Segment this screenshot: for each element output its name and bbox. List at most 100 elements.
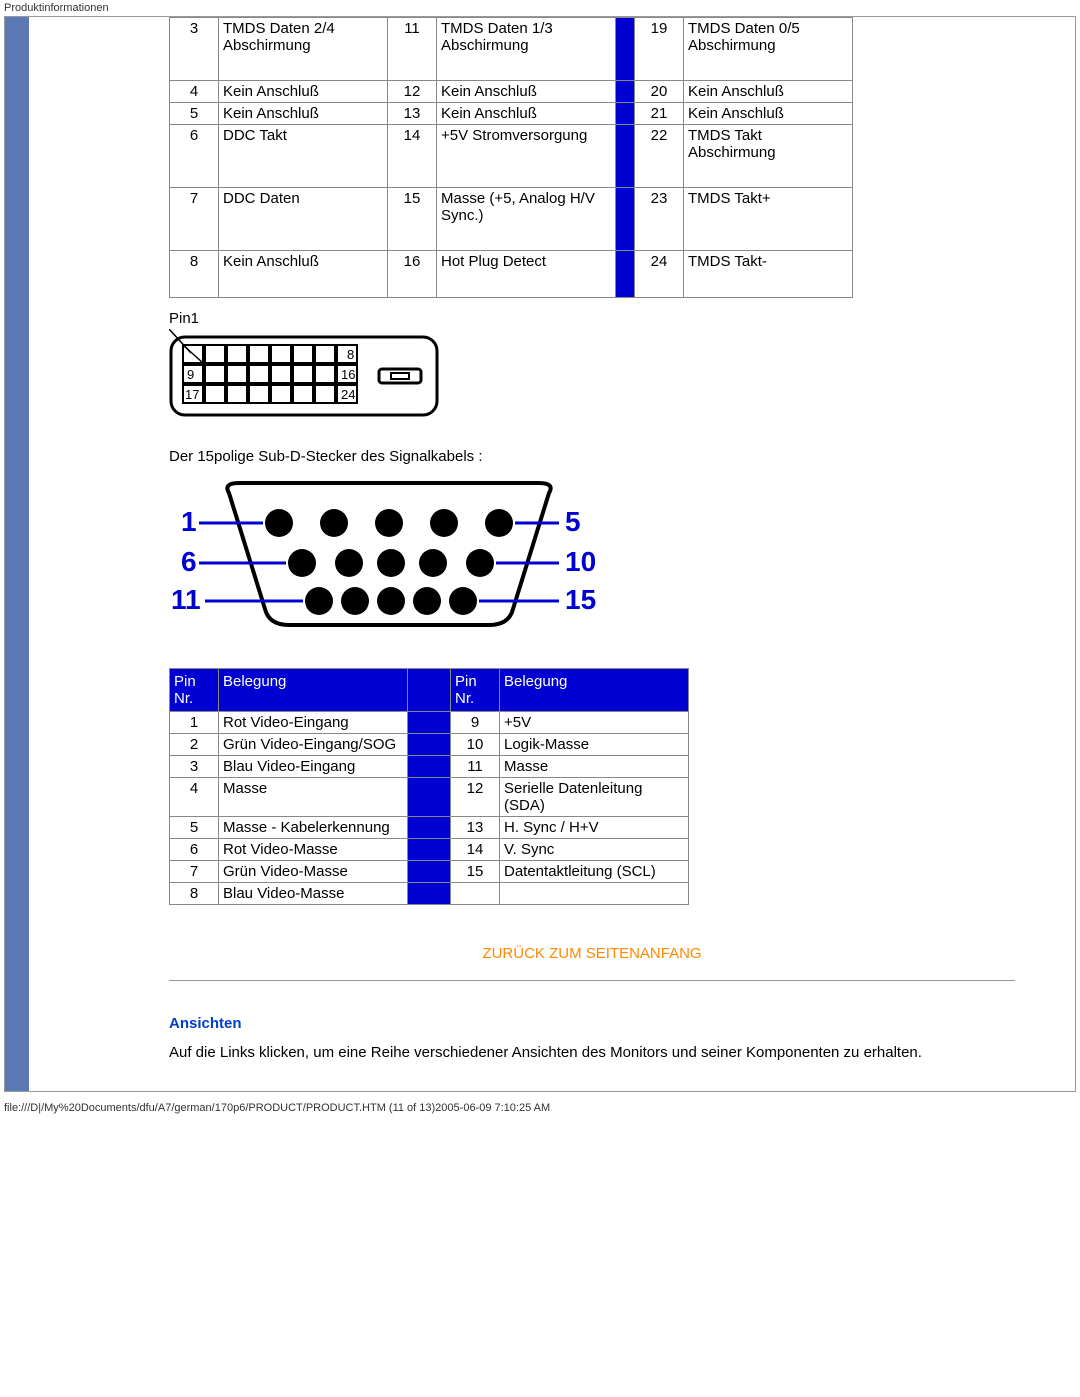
col-pin: Pin Nr.	[170, 669, 219, 712]
spacer	[616, 251, 635, 298]
spacer	[616, 103, 635, 125]
pin-desc: +5V Stromversorgung	[437, 125, 616, 188]
table-row: 5Kein Anschluß13Kein Anschluß21Kein Ansc…	[170, 103, 853, 125]
svg-text:16: 16	[341, 367, 355, 382]
pin-num: 23	[635, 188, 684, 251]
pin-num: 2	[170, 734, 219, 756]
col-assign: Belegung	[500, 669, 689, 712]
pin-num: 3	[170, 756, 219, 778]
pin-num: 9	[451, 712, 500, 734]
svg-text:9: 9	[187, 367, 194, 382]
pin-num: 8	[170, 251, 219, 298]
pin-desc: Logik-Masse	[500, 734, 689, 756]
pin-num: 22	[635, 125, 684, 188]
pin-num: 12	[388, 81, 437, 103]
back-to-top-link[interactable]: ZURÜCK ZUM SEITENANFANG	[482, 945, 701, 962]
svg-text:15: 15	[565, 584, 596, 615]
vga-pin-table: Pin Nr.BelegungPin Nr.Belegung1Rot Video…	[169, 668, 689, 905]
pin-num: 19	[635, 18, 684, 81]
pin-desc: DDC Takt	[219, 125, 388, 188]
pin-num: 12	[451, 778, 500, 817]
pin-desc: TMDS Daten 2/4 Abschirmung	[219, 18, 388, 81]
spacer	[408, 883, 451, 905]
pin-desc: Kein Anschluß	[219, 103, 388, 125]
pin-desc: Masse - Kabelerkennung	[219, 817, 408, 839]
pin-num: 1	[170, 712, 219, 734]
table-row: 7Grün Video-Masse15Datentaktleitung (SCL…	[170, 861, 689, 883]
spacer	[408, 669, 451, 712]
table-header-row: Pin Nr.BelegungPin Nr.Belegung	[170, 669, 689, 712]
pin-desc: Kein Anschluß	[437, 103, 616, 125]
table-row: 8Blau Video-Masse	[170, 883, 689, 905]
pin-num: 20	[635, 81, 684, 103]
table-row: 8Kein Anschluß16Hot Plug Detect 24TMDS Ta…	[170, 251, 853, 298]
pin-desc: Rot Video-Eingang	[219, 712, 408, 734]
pin-desc: TMDS Takt-	[684, 251, 853, 298]
table-row: 4Kein Anschluß12Kein Anschluß20Kein Ansc…	[170, 81, 853, 103]
svg-text:1: 1	[181, 506, 197, 537]
pin-desc: Masse	[500, 756, 689, 778]
col-assign: Belegung	[219, 669, 408, 712]
pin-desc: Masse (+5, Analog H/V Sync.)	[437, 188, 616, 251]
spacer	[616, 188, 635, 251]
pin-desc: H. Sync / H+V	[500, 817, 689, 839]
pin-num: 7	[170, 861, 219, 883]
pin-num: 11	[451, 756, 500, 778]
spacer	[408, 756, 451, 778]
pin-desc: Kein Anschluß	[219, 251, 388, 298]
table-row: 3TMDS Daten 2/4 Abschirmung11TMDS Daten …	[170, 18, 853, 81]
pin-num: 7	[170, 188, 219, 251]
pin-desc: Kein Anschluß	[684, 81, 853, 103]
pin-num: 4	[170, 778, 219, 817]
svg-text:11: 11	[171, 584, 201, 615]
vga-caption: Der 15polige Sub-D-Stecker des Signalkab…	[169, 448, 1015, 465]
col-pin: Pin Nr.	[451, 669, 500, 712]
pin-num: 24	[635, 251, 684, 298]
pin-num: 6	[170, 125, 219, 188]
spacer	[408, 839, 451, 861]
pin-num	[451, 883, 500, 905]
pin-num: 10	[451, 734, 500, 756]
left-margin	[29, 17, 169, 1091]
pin1-label: Pin1	[169, 310, 1015, 327]
svg-text:5: 5	[565, 506, 581, 537]
pin-num: 8	[170, 883, 219, 905]
table-row: 7DDC Daten15Masse (+5, Analog H/V Sync.)…	[170, 188, 853, 251]
table-row: 4Masse12Serielle Datenleitung (SDA)	[170, 778, 689, 817]
spacer	[408, 778, 451, 817]
pin-desc: Masse	[219, 778, 408, 817]
pin-num: 14	[451, 839, 500, 861]
spacer	[616, 81, 635, 103]
svg-text:6: 6	[181, 546, 197, 577]
svg-text:24: 24	[341, 387, 355, 402]
pin-desc: Hot Plug Detect	[437, 251, 616, 298]
pin-desc: Blau Video-Masse	[219, 883, 408, 905]
page-header: Produktinformationen	[0, 0, 1080, 16]
pin-num: 6	[170, 839, 219, 861]
pin-desc: TMDS Daten 0/5 Abschirmung	[684, 18, 853, 81]
table-row: 6DDC Takt14+5V Stromversorgung 22TMDS Tak…	[170, 125, 853, 188]
vga-connector-diagram: 1 6 11 5 10 15	[169, 475, 1015, 638]
table-row: 6Rot Video-Masse14V. Sync	[170, 839, 689, 861]
pin-desc: TMDS Takt Abschirmung	[684, 125, 853, 188]
views-heading: Ansichten	[169, 1015, 1015, 1032]
views-text: Auf die Links klicken, um eine Reihe ver…	[169, 1044, 1015, 1061]
svg-text:17: 17	[185, 387, 199, 402]
content-frame: 3TMDS Daten 2/4 Abschirmung11TMDS Daten …	[4, 16, 1076, 1092]
pin-num: 13	[451, 817, 500, 839]
pin-num: 13	[388, 103, 437, 125]
pin-num: 16	[388, 251, 437, 298]
spacer	[408, 817, 451, 839]
table-row: 2Grün Video-Eingang/SOG 10Logik-Masse	[170, 734, 689, 756]
pin-desc: V. Sync	[500, 839, 689, 861]
pin-num: 21	[635, 103, 684, 125]
pin-desc: +5V	[500, 712, 689, 734]
spacer	[616, 125, 635, 188]
pin-num: 14	[388, 125, 437, 188]
spacer	[408, 712, 451, 734]
pin-num: 15	[451, 861, 500, 883]
pin-desc: Grün Video-Eingang/SOG	[219, 734, 408, 756]
svg-text:8: 8	[347, 347, 354, 362]
pin-desc: Grün Video-Masse	[219, 861, 408, 883]
pin-num: 5	[170, 817, 219, 839]
